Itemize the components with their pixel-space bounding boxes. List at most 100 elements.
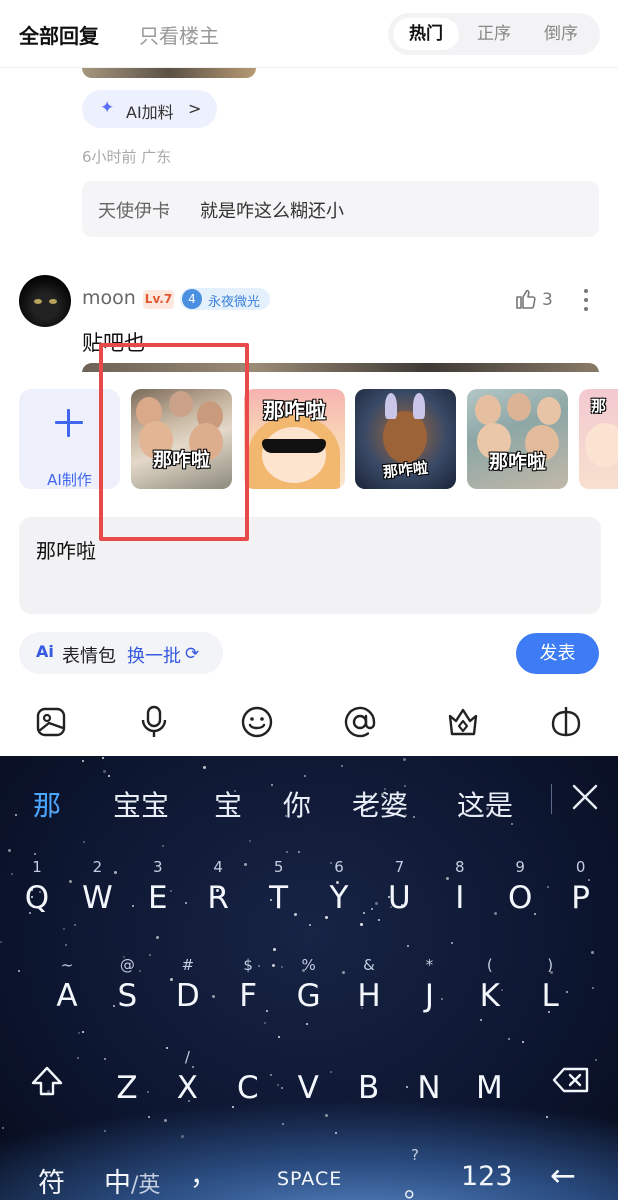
key-label: F	[239, 978, 258, 1014]
candidate-word[interactable]: 那	[33, 784, 61, 824]
key-c[interactable]: C	[218, 1044, 278, 1114]
star-decoration	[522, 1041, 524, 1043]
selection-highlight-box	[99, 343, 249, 541]
key-h[interactable]: & H	[339, 952, 399, 1022]
thumbs-up-icon	[516, 289, 536, 309]
star-decoration	[546, 1116, 548, 1118]
language-switch-key[interactable]: 中/英	[104, 1161, 160, 1200]
key-secondary-label: #	[181, 956, 195, 974]
star-decoration	[264, 1022, 266, 1024]
key-y[interactable]: 6Y	[309, 854, 369, 924]
star-decoration	[82, 1031, 84, 1033]
star-decoration	[15, 814, 17, 816]
star-decoration	[108, 775, 110, 777]
key-secondary-label: *	[425, 956, 434, 974]
emoji-pack-label: 表情包	[62, 646, 116, 667]
key-a[interactable]: ~ A	[37, 952, 97, 1022]
key-f[interactable]: $ F	[218, 952, 278, 1022]
key-v[interactable]: V	[278, 1044, 338, 1114]
key-label: Z	[116, 1070, 138, 1106]
smiley-icon[interactable]	[239, 704, 275, 740]
key-label: D	[175, 978, 200, 1014]
key-s[interactable]: @ S	[97, 952, 157, 1022]
candidate-word[interactable]: 这是	[457, 784, 513, 824]
sticker-item[interactable]: 那咋啦	[355, 389, 456, 489]
key-label: E	[148, 880, 168, 916]
close-icon[interactable]	[570, 782, 600, 812]
sticker-item[interactable]: 那	[579, 389, 618, 489]
tab-owner-only[interactable]: 只看楼主	[139, 20, 219, 49]
sticker-item[interactable]: 那咋啦	[244, 389, 345, 489]
reply-header: 全部回复 只看楼主 热门 正序 倒序	[0, 0, 618, 68]
fan-badge[interactable]: 4 永夜微光	[180, 288, 270, 310]
avatar[interactable]	[19, 275, 71, 327]
key-l[interactable]: ) L	[520, 952, 580, 1022]
key-secondary-label: %	[301, 956, 316, 974]
microphone-icon[interactable]	[136, 704, 172, 740]
key-z[interactable]: Z	[97, 1044, 157, 1114]
tab-all-replies[interactable]: 全部回复	[19, 20, 99, 49]
key-o[interactable]: 9O	[490, 854, 550, 924]
key-q[interactable]: 1Q	[7, 854, 67, 924]
comma-key[interactable]: ，	[190, 1154, 217, 1193]
star-decoration	[403, 758, 406, 761]
candidate-word[interactable]: 老婆	[352, 784, 408, 824]
number-mode-key[interactable]: 123	[461, 1161, 513, 1192]
key-label: B	[357, 1070, 380, 1106]
shift-icon[interactable]	[30, 1064, 64, 1098]
emoji-pack-bar[interactable]: Ai 表情包 换一批 ⟳	[19, 632, 223, 674]
period-key[interactable]: 。	[404, 1166, 431, 1200]
key-n[interactable]: N	[399, 1044, 459, 1114]
key-t[interactable]: 5T	[249, 854, 309, 924]
candidate-word[interactable]: 你	[283, 784, 311, 824]
sub-reply-text: 就是咋这么糊还小	[200, 201, 344, 222]
key-label: W	[82, 880, 113, 916]
key-g[interactable]: % G	[279, 952, 339, 1022]
key-p[interactable]: 0P	[551, 854, 611, 924]
key-secondary-label: 3	[153, 858, 163, 876]
swap-batch-button[interactable]: 换一批	[127, 642, 181, 668]
more-options-icon[interactable]	[584, 289, 588, 311]
at-icon[interactable]	[342, 704, 378, 740]
sort-ascending-button[interactable]: 正序	[461, 18, 527, 50]
star-decoration	[203, 766, 206, 769]
star-decoration	[8, 849, 11, 852]
key-b[interactable]: B	[339, 1044, 399, 1114]
star-decoration	[273, 948, 276, 951]
key-k[interactable]: (K	[460, 952, 520, 1022]
sticker-item[interactable]: 那咋啦	[467, 389, 568, 489]
sort-descending-button[interactable]: 倒序	[528, 18, 594, 50]
key-e[interactable]: 3E	[128, 854, 188, 924]
enter-key[interactable]: ←	[550, 1158, 576, 1194]
send-button[interactable]: 发表	[516, 633, 599, 674]
key-u[interactable]: 7U	[369, 854, 429, 924]
image-icon[interactable]	[33, 704, 69, 740]
star-decoration	[164, 1119, 167, 1122]
key-m[interactable]: M	[459, 1044, 519, 1114]
comment-username[interactable]: moon	[82, 287, 136, 309]
star-decoration	[341, 765, 343, 767]
sub-reply-user[interactable]: 天使伊卡	[98, 197, 170, 223]
symbol-key[interactable]: 符	[38, 1161, 65, 1200]
candidate-word[interactable]: 宝宝	[113, 784, 169, 824]
sticker-caption: 那咋啦	[382, 458, 429, 482]
key-secondary-label: )	[547, 956, 554, 974]
ai-boost-chip[interactable]: ✦ AI加料 >	[82, 90, 217, 128]
gift-icon[interactable]	[445, 704, 481, 740]
key-i[interactable]: 8I	[430, 854, 490, 924]
key-w[interactable]: 2W	[67, 854, 127, 924]
star-decoration	[282, 1123, 284, 1125]
candidate-word[interactable]: 宝	[214, 784, 242, 824]
star-decoration	[181, 1135, 184, 1138]
key-d[interactable]: # D	[158, 952, 218, 1022]
space-key[interactable]: SPACE	[277, 1168, 342, 1190]
key-j[interactable]: * J	[399, 952, 459, 1022]
ime-keyboard: 那 宝宝 宝 你 老婆 这是 1Q2W3E4R5T6Y7U8I9O0P ~ A @ S…	[0, 756, 618, 1200]
key-r[interactable]: 4R	[188, 854, 248, 924]
sub-reply[interactable]: 天使伊卡 : 就是咋这么糊还小	[82, 181, 599, 237]
key-x[interactable]: / X	[157, 1044, 217, 1114]
composer-toolbar	[0, 700, 618, 750]
sort-hot-button[interactable]: 热门	[393, 18, 459, 50]
backspace-icon[interactable]	[552, 1066, 590, 1094]
more-apps-icon[interactable]	[548, 704, 584, 740]
